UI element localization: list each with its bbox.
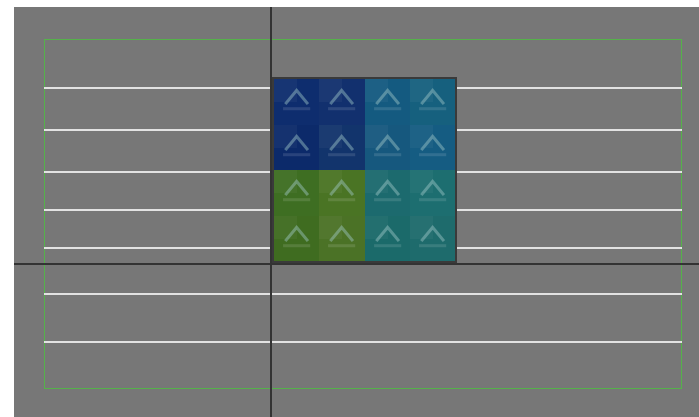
tile-shade bbox=[409, 79, 433, 102]
tile-shade bbox=[274, 124, 297, 148]
tile-shade bbox=[409, 170, 433, 193]
uv-texture-tile[interactable] bbox=[272, 77, 457, 263]
tile-shade bbox=[319, 215, 343, 239]
u-axis bbox=[14, 263, 699, 265]
texture-tile bbox=[409, 124, 455, 171]
texture-tile bbox=[409, 79, 455, 125]
texture-tile bbox=[319, 170, 366, 216]
texture-tile bbox=[319, 79, 366, 125]
tile-shade bbox=[319, 79, 343, 102]
tile-shade bbox=[319, 124, 343, 148]
tile-shade bbox=[364, 170, 388, 193]
texture-tile bbox=[364, 124, 411, 171]
guide-line bbox=[44, 293, 682, 295]
tile-shade bbox=[364, 215, 388, 239]
tile-shade bbox=[274, 215, 297, 239]
guide-line bbox=[44, 341, 682, 343]
texture-tile bbox=[364, 79, 411, 125]
tile-shade bbox=[364, 124, 388, 148]
tile-shade bbox=[274, 79, 297, 102]
tile-shade bbox=[319, 170, 343, 193]
tile-shade bbox=[364, 79, 388, 102]
texture-tile bbox=[274, 124, 320, 171]
uv-editor-viewport[interactable] bbox=[14, 7, 699, 417]
texture-tile bbox=[274, 79, 320, 125]
texture-tile bbox=[409, 170, 455, 216]
v-axis bbox=[270, 7, 272, 417]
texture-tile bbox=[274, 170, 320, 216]
texture-tile bbox=[319, 124, 366, 171]
texture-tile bbox=[409, 215, 455, 261]
tile-shade bbox=[274, 170, 297, 193]
texture-tile bbox=[364, 170, 411, 216]
texture-tile bbox=[274, 215, 320, 261]
texture-tile bbox=[364, 215, 411, 261]
tile-shade bbox=[409, 215, 433, 239]
texture-tile bbox=[319, 215, 366, 261]
tile-shade bbox=[409, 124, 433, 148]
